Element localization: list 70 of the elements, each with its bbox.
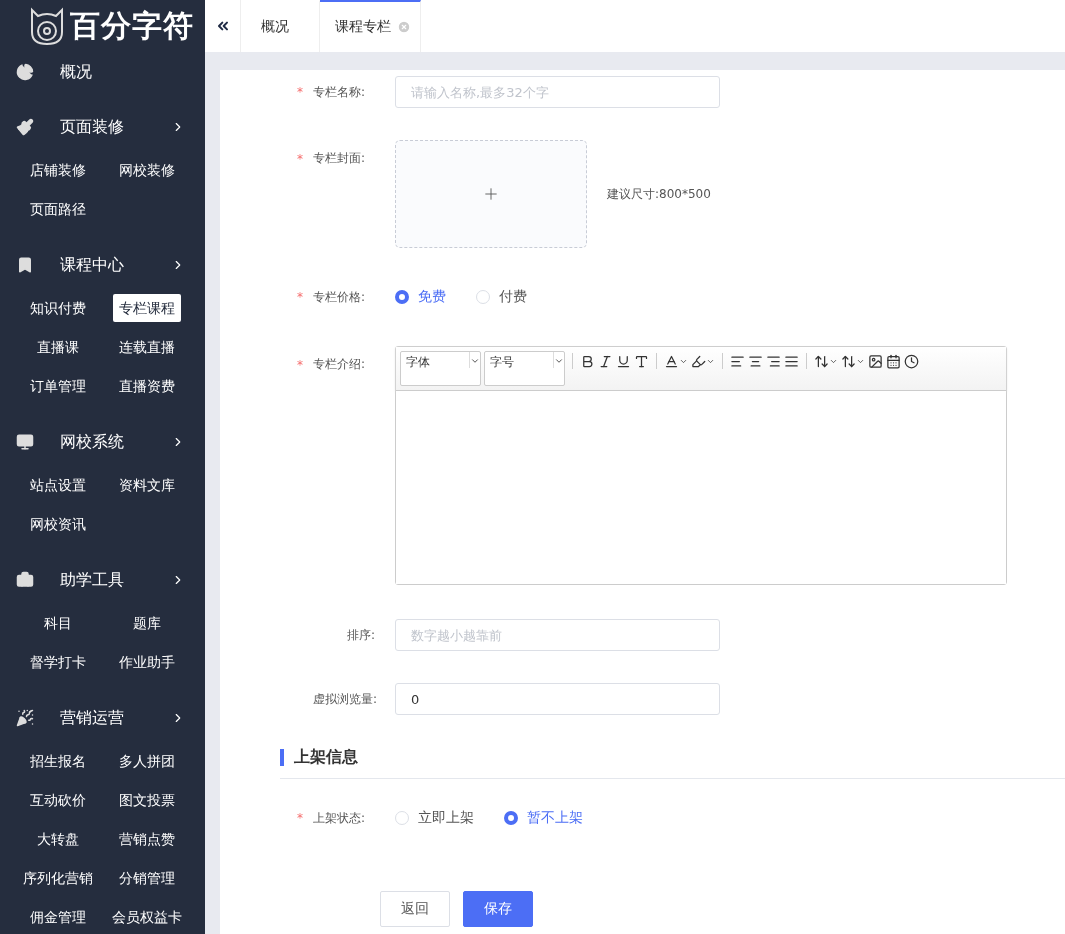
field-label: 排序: <box>345 626 375 644</box>
sidebar-group[interactable]: 概况 <box>0 52 205 92</box>
sidebar-item[interactable]: 知识付费 <box>24 294 93 322</box>
required-mark: * <box>297 151 303 166</box>
save-button[interactable]: 保存 <box>463 891 533 927</box>
sidebar-item[interactable]: 站点设置 <box>24 471 93 499</box>
rich-text-editor[interactable]: 字体 字号 <box>395 346 1007 585</box>
sidebar-item[interactable]: 序列化营销 <box>17 864 100 892</box>
sidebar-item[interactable]: 佣金管理 <box>24 903 93 931</box>
briefcase-icon <box>16 571 34 589</box>
sidebar-item[interactable]: 题库 <box>126 609 167 637</box>
sidebar-item[interactable]: 直播课 <box>31 333 86 361</box>
radio-option[interactable]: 付费 <box>476 288 527 306</box>
sidebar-item[interactable]: 店铺装修 <box>24 156 93 184</box>
sidebar-group[interactable]: 页面装修 <box>0 107 205 147</box>
sidebar-group[interactable]: 课程中心 <box>0 245 205 285</box>
required-mark: * <box>297 357 303 372</box>
sidebar-group[interactable]: 营销运营 <box>0 698 205 738</box>
size-select[interactable]: 字号 <box>484 351 565 386</box>
required-mark: * <box>297 290 303 304</box>
field-label: 专栏封面: <box>313 150 367 167</box>
sidebar-item[interactable]: 页面路径 <box>24 195 93 223</box>
sidebar-item[interactable]: 互动砍价 <box>24 786 93 814</box>
pie-chart-icon <box>16 63 34 81</box>
field-label: 虚拟浏览量: <box>313 690 375 708</box>
sidebar-item[interactable]: 网校资讯 <box>24 510 93 538</box>
sidebar-item[interactable]: 直播资费 <box>112 372 181 400</box>
text-field[interactable]: 请输入名称,最多32个字 <box>395 76 720 108</box>
field-label: 专栏名称: <box>313 83 367 101</box>
back-button[interactable]: 返回 <box>380 891 450 927</box>
caret-icon <box>554 356 564 366</box>
sidebar-item[interactable]: 分销管理 <box>112 864 181 892</box>
monitor-icon <box>16 433 34 451</box>
caret-icon <box>470 356 480 366</box>
sidebar-item[interactable]: 招生报名 <box>24 747 93 775</box>
field-label: 专栏介绍: <box>313 356 367 373</box>
section-header: 上架信息 <box>280 747 1065 779</box>
sidebar-item[interactable]: 科目 <box>38 609 79 637</box>
radio-option[interactable]: 免费 <box>395 288 446 306</box>
sidebar-item[interactable]: 大转盘 <box>31 825 86 853</box>
size-hint: 建议尺寸:800*500 <box>607 185 711 203</box>
field-label: 上架状态: <box>313 809 367 827</box>
sidebar-item[interactable]: 营销点赞 <box>112 825 181 853</box>
font-select[interactable]: 字体 <box>400 351 481 386</box>
sidebar-item[interactable]: 多人拼团 <box>112 747 181 775</box>
sidebar-item[interactable]: 连载直播 <box>112 333 181 361</box>
text-field[interactable]: 数字越小越靠前 <box>395 619 720 651</box>
party-popper-icon <box>16 709 34 727</box>
sidebar-group[interactable]: 网校系统 <box>0 422 205 462</box>
sidebar-item[interactable]: 专栏课程 <box>112 294 181 322</box>
radio-option[interactable]: 立即上架 <box>395 809 474 827</box>
text-field[interactable]: 0 <box>395 683 720 715</box>
radio-option[interactable]: 暂不上架 <box>504 809 583 827</box>
sidebar-item[interactable]: 作业助手 <box>112 648 181 676</box>
field-label: 专栏价格: <box>313 288 367 306</box>
required-mark: * <box>297 85 303 99</box>
logo-text: 百分字符 <box>70 6 194 45</box>
sidebar-item[interactable]: 督学打卡 <box>24 648 93 676</box>
plus-icon <box>482 185 500 203</box>
sidebar-item[interactable]: 网校装修 <box>112 156 181 184</box>
sidebar-item[interactable]: 图文投票 <box>112 786 181 814</box>
paintbrush-icon <box>16 118 34 136</box>
logo-icon <box>28 6 66 46</box>
sidebar-item[interactable]: 会员权益卡 <box>105 903 188 931</box>
tab[interactable]: 课程专栏 <box>320 0 421 52</box>
sidebar-item[interactable]: 订单管理 <box>24 372 93 400</box>
sidebar-group[interactable]: 助学工具 <box>0 560 205 600</box>
sidebar-item[interactable]: 资料文库 <box>112 471 181 499</box>
bookmark-icon <box>16 256 34 274</box>
required-mark: * <box>297 811 303 825</box>
